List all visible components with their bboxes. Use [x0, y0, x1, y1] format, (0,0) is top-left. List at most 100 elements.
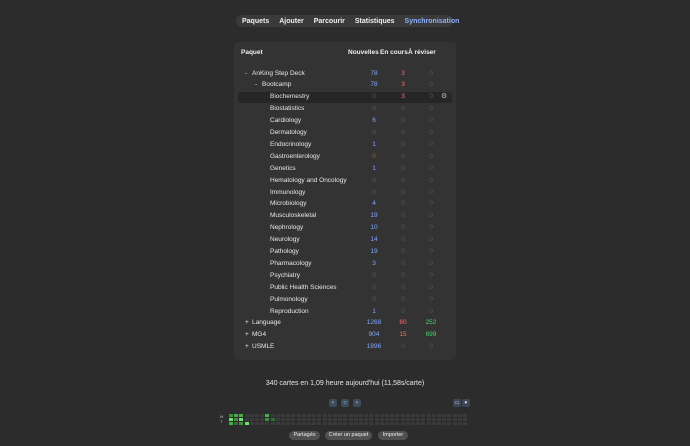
heatmap-cell[interactable]	[353, 418, 358, 421]
heatmap-cell[interactable]	[229, 422, 233, 425]
heatmap-cell[interactable]	[411, 414, 415, 417]
heatmap-cell[interactable]	[265, 414, 270, 417]
heatmap-cell[interactable]	[385, 418, 389, 421]
deck-row[interactable]: Biostatistics 0 0 0	[238, 104, 452, 115]
heatmap-cell[interactable]	[249, 414, 254, 417]
shared-decks-button[interactable]: Partagés	[289, 431, 320, 440]
heatmap-cell[interactable]	[322, 422, 327, 425]
deck-name[interactable]: Pulmonology	[270, 296, 308, 303]
heatmap-cell[interactable]	[265, 418, 270, 421]
heatmap-cell[interactable]	[442, 418, 447, 421]
deck-name[interactable]: Nephrology	[270, 224, 303, 231]
heatmap-cell[interactable]	[379, 418, 384, 421]
collapse-toggle[interactable]: -	[245, 70, 247, 77]
heatmap-cell[interactable]	[301, 422, 306, 425]
heatmap-cell[interactable]	[327, 414, 332, 417]
deck-options-gear-icon[interactable]: ⚙	[441, 92, 447, 100]
heatmap-cell[interactable]	[343, 422, 348, 425]
heatmap-cell[interactable]	[395, 418, 400, 421]
heatmap-cell[interactable]	[317, 418, 322, 421]
deck-name[interactable]: Biostatistics	[270, 105, 304, 112]
deck-row[interactable]: Musculoskeletal 19 0 0	[238, 211, 452, 222]
heatmap-cell[interactable]	[364, 414, 369, 417]
heatmap-cell[interactable]	[359, 418, 363, 421]
heatmap-cell[interactable]	[307, 414, 311, 417]
deck-row[interactable]: + MG4 904 15 699	[238, 330, 452, 341]
heatmap-cell[interactable]	[239, 418, 244, 421]
heatmap-cell[interactable]	[359, 414, 363, 417]
heatmap-cell[interactable]	[255, 414, 259, 417]
heatmap-cell[interactable]	[421, 418, 426, 421]
heatmap-cell[interactable]	[421, 422, 426, 425]
heatmap-cell[interactable]	[312, 422, 317, 425]
heatmap-cell[interactable]	[426, 422, 431, 425]
heatmap-cell[interactable]	[275, 418, 280, 421]
deck-name[interactable]: Gastroenterology	[270, 153, 320, 160]
heatmap-cell[interactable]	[390, 414, 395, 417]
heatmap-cell[interactable]	[442, 414, 447, 417]
heatmap-prev-button[interactable]: ‹	[329, 399, 337, 407]
expand-toggle[interactable]: +	[245, 331, 249, 338]
create-deck-button[interactable]: Créer un paquet	[325, 431, 372, 440]
heatmap-cell[interactable]	[312, 414, 317, 417]
heatmap-cell[interactable]	[239, 422, 244, 425]
deck-row[interactable]: Hematology and Oncology 0 0 0	[238, 175, 452, 186]
heatmap-cell[interactable]	[390, 418, 395, 421]
heatmap-cell[interactable]	[296, 414, 301, 417]
heatmap-cell[interactable]	[234, 422, 239, 425]
deck-name[interactable]: Pharmacology	[270, 260, 312, 267]
deck-row[interactable]: Reproduction 1 0 0	[238, 306, 452, 317]
heatmap-cell[interactable]	[291, 418, 296, 421]
heatmap-cell[interactable]	[374, 422, 379, 425]
deck-row[interactable]: Microbiology 4 0 0	[238, 199, 452, 210]
deck-row[interactable]: Pulmonology 0 0 0	[238, 294, 452, 305]
deck-row[interactable]: + USMLE 1896 0 0	[238, 342, 452, 353]
heatmap-cell[interactable]	[229, 414, 233, 417]
heatmap-cell[interactable]	[249, 422, 254, 425]
heatmap-cell[interactable]	[343, 414, 348, 417]
heatmap-cell[interactable]	[457, 414, 462, 417]
deck-name[interactable]: Psychiatry	[270, 272, 300, 279]
deck-row[interactable]: Genetics 1 0 0	[238, 163, 452, 174]
heatmap-cell[interactable]	[364, 422, 369, 425]
heatmap-cell[interactable]	[379, 422, 384, 425]
heatmap-cell[interactable]	[333, 418, 337, 421]
deck-name[interactable]: Cardiology	[270, 117, 301, 124]
deck-row[interactable]: Biochemestry 0 3 0 ⚙	[238, 91, 452, 103]
heatmap-cell[interactable]	[301, 418, 306, 421]
nav-decks[interactable]: Paquets	[242, 18, 269, 25]
heatmap-cell[interactable]	[281, 422, 285, 425]
deck-name[interactable]: Biochemestry	[270, 93, 309, 100]
deck-row[interactable]: Public Health Sciences 0 0 0	[238, 282, 452, 293]
heatmap-next-button[interactable]: ›	[353, 399, 361, 407]
heatmap-cell[interactable]	[385, 414, 389, 417]
heatmap-cell[interactable]	[249, 418, 254, 421]
heatmap-cell[interactable]	[369, 422, 374, 425]
deck-row[interactable]: Gastroenterology 0 0 0	[238, 151, 452, 162]
heatmap-cell[interactable]	[286, 414, 291, 417]
heatmap-cell[interactable]	[327, 422, 332, 425]
deck-row[interactable]: Nephrology 10 0 0	[238, 223, 452, 234]
expand-toggle[interactable]: +	[245, 343, 249, 350]
deck-name[interactable]: AnKing Step Deck	[252, 70, 305, 77]
heatmap-cell[interactable]	[229, 418, 233, 421]
heatmap-cell[interactable]	[244, 418, 249, 421]
heatmap-cell[interactable]	[301, 414, 306, 417]
heatmap-cell[interactable]	[260, 418, 265, 421]
heatmap-cell[interactable]	[447, 414, 452, 417]
heatmap-cell[interactable]	[431, 422, 436, 425]
collapse-toggle[interactable]: -	[255, 81, 257, 88]
heatmap-cell[interactable]	[353, 414, 358, 417]
heatmap-cell[interactable]	[286, 422, 291, 425]
heatmap-cell[interactable]	[307, 418, 311, 421]
import-button[interactable]: Importer	[378, 431, 408, 440]
heatmap-cell[interactable]	[348, 414, 353, 417]
heatmap-cell[interactable]	[270, 422, 275, 425]
heatmap-cell[interactable]	[343, 418, 348, 421]
heatmap-cell[interactable]	[452, 422, 457, 425]
deck-row[interactable]: - Bootcamp 78 3 0	[238, 80, 452, 91]
heatmap-cell[interactable]	[353, 422, 358, 425]
heatmap-cell[interactable]	[385, 422, 389, 425]
heatmap-cell[interactable]	[442, 422, 447, 425]
deck-name[interactable]: Hematology and Oncology	[270, 177, 347, 184]
